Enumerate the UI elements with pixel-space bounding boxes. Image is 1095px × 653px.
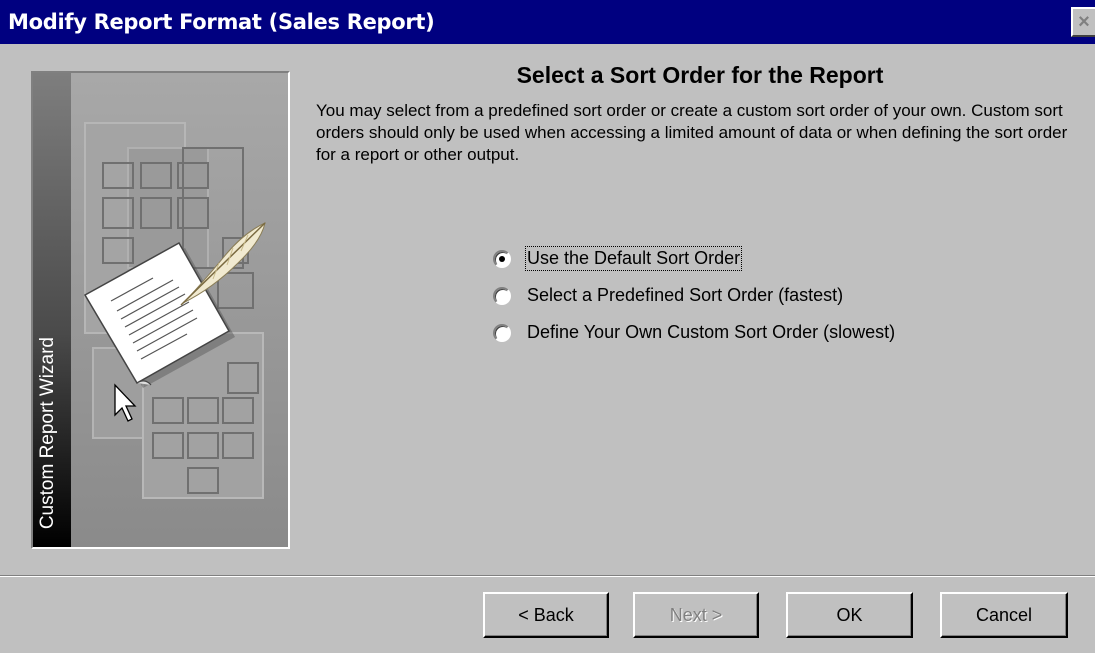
divider	[0, 575, 1095, 577]
option-custom-sort-order[interactable]: Define Your Own Custom Sort Order (slowe…	[493, 314, 895, 351]
report-wizard-illustration	[33, 73, 288, 547]
radio-custom-sort-order[interactable]	[493, 323, 511, 342]
description-text: You may select from a predefined sort or…	[316, 101, 1068, 164]
radio-predefined-sort-order[interactable]	[493, 286, 511, 305]
option-predefined-label: Select a Predefined Sort Order (fastest)	[527, 285, 844, 305]
option-default-sort-order[interactable]: Use the Default Sort Order	[493, 240, 895, 277]
ok-button[interactable]: OK	[786, 592, 913, 638]
option-default-label: Use the Default Sort Order	[524, 246, 743, 271]
page-title: Select a Sort Order for the Report	[516, 62, 884, 88]
radio-default-sort-order[interactable]	[493, 249, 511, 268]
close-icon: ×	[1078, 11, 1090, 33]
window-title: Modify Report Format (Sales Report)	[8, 10, 435, 34]
close-button[interactable]: ×	[1071, 7, 1095, 37]
option-predefined-sort-order[interactable]: Select a Predefined Sort Order (fastest)	[493, 277, 895, 314]
wizard-side-label: Custom Report Wizard	[37, 336, 58, 529]
option-custom-label: Define Your Own Custom Sort Order (slowe…	[527, 322, 896, 342]
cancel-button[interactable]: Cancel	[940, 592, 1068, 638]
next-button[interactable]: Next >	[633, 592, 759, 638]
back-button[interactable]: < Back	[483, 592, 609, 638]
sort-order-options: Use the Default Sort Order Select a Pred…	[493, 240, 895, 351]
title-bar: Modify Report Format (Sales Report) ×	[0, 0, 1095, 44]
wizard-image-panel: Custom Report Wizard	[31, 71, 290, 549]
